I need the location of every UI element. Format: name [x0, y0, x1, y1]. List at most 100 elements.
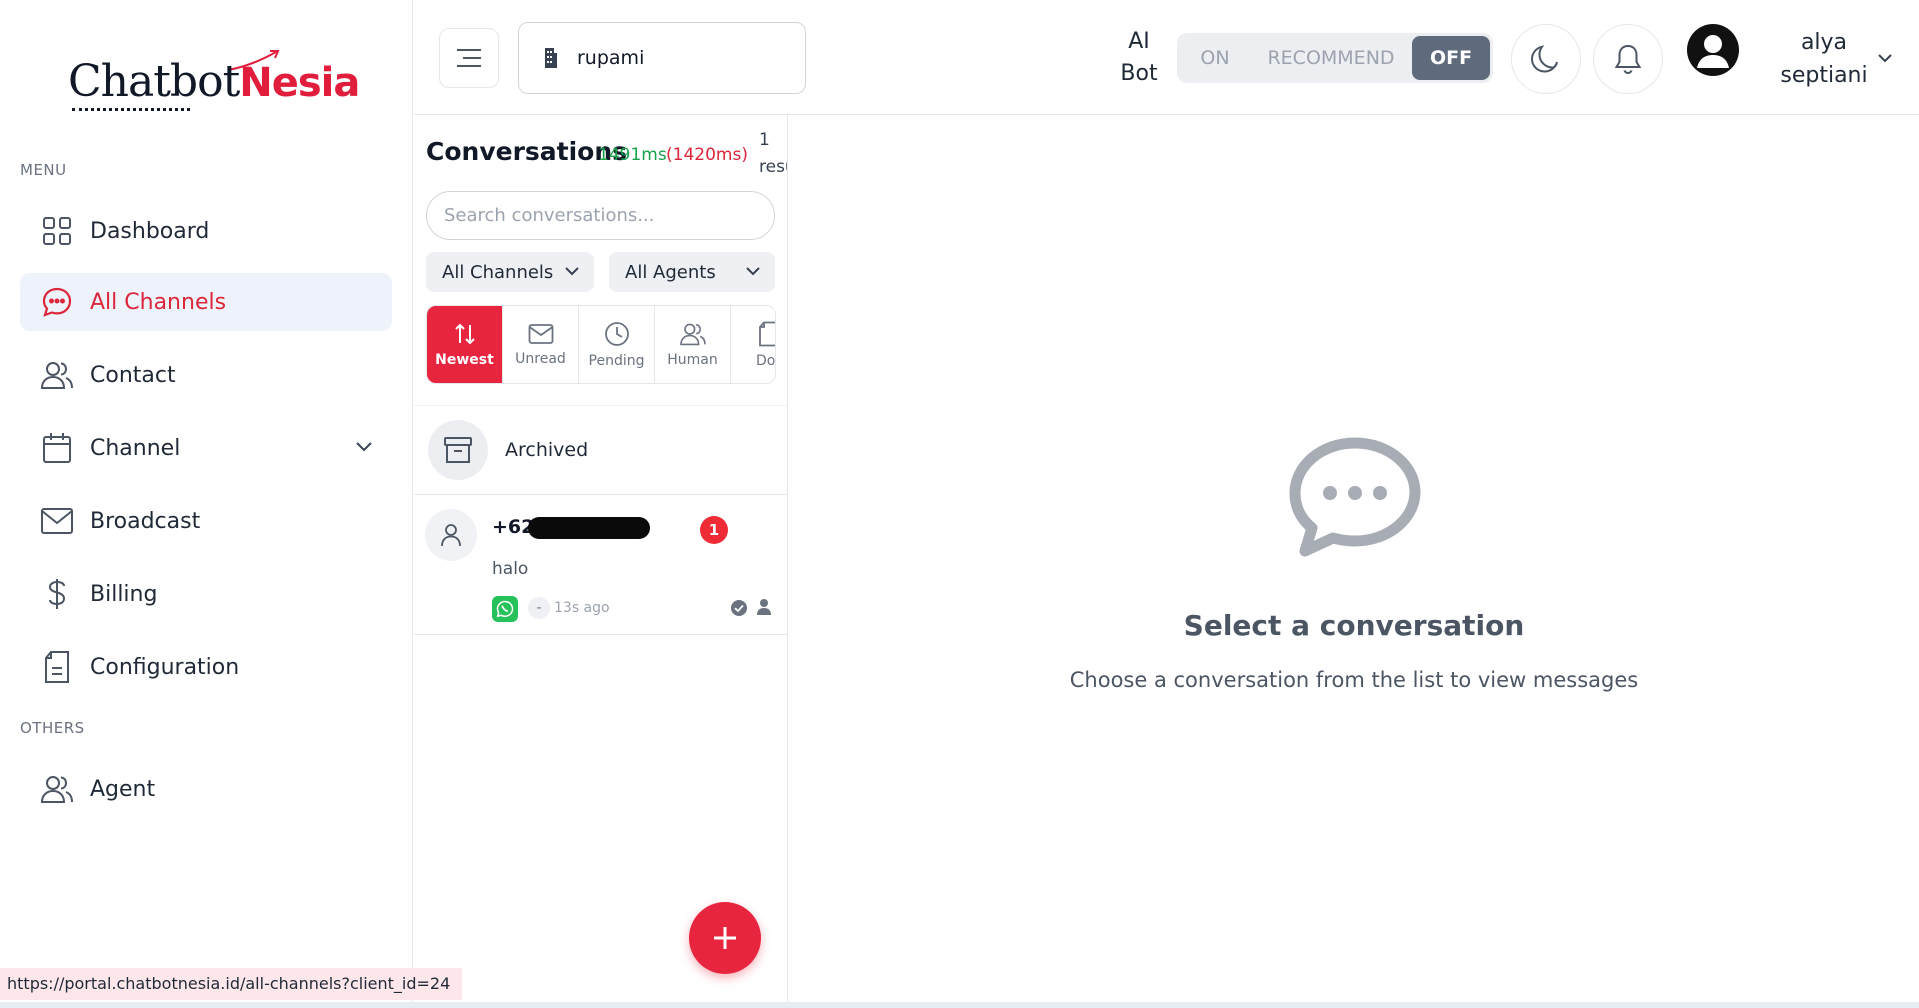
results-count-label: resu	[759, 157, 787, 177]
tab-pending[interactable]: Pending	[579, 306, 655, 383]
document-icon	[758, 321, 775, 346]
conversation-panel: Conversations 1491ms (1420ms) 1 resu All…	[414, 115, 788, 1002]
user-silhouette-icon	[1697, 35, 1729, 68]
mail-icon	[40, 504, 74, 538]
sidebar-item-dashboard[interactable]: Dashboard	[20, 202, 392, 260]
tab-label: Pending	[588, 352, 645, 369]
archive-icon-wrap	[428, 420, 488, 480]
user-avatar[interactable]	[1687, 24, 1739, 76]
sidebar-item-label: All Channels	[90, 289, 227, 315]
sidebar-item-label: Configuration	[90, 654, 240, 680]
results-count: 1 resu	[759, 127, 787, 181]
plus-icon	[714, 927, 736, 949]
search-input[interactable]	[426, 191, 775, 240]
check-circle-icon	[731, 600, 747, 616]
unread-badge: 1	[700, 516, 728, 544]
grid-icon	[40, 214, 74, 248]
ai-bot-label-line1: AI	[1128, 29, 1150, 54]
new-conversation-button[interactable]	[689, 902, 761, 974]
channel-filter-dropdown[interactable]: All Channels	[426, 252, 594, 292]
clock-icon	[604, 321, 629, 346]
user-last-name: septiani	[1780, 63, 1868, 88]
client-name: rupami	[577, 47, 645, 69]
mode-on-button[interactable]: ON	[1180, 36, 1250, 80]
chevron-down-icon[interactable]	[1876, 52, 1894, 66]
mail-icon	[528, 323, 553, 344]
tab-label: Unread	[515, 350, 566, 367]
archived-row[interactable]: Archived	[414, 405, 787, 495]
archive-icon	[444, 437, 472, 463]
sidebar-item-channel[interactable]: Channel	[20, 419, 392, 477]
results-count-number: 1	[759, 130, 770, 150]
sidebar-item-label: Contact	[90, 362, 176, 388]
load-time-secondary: (1420ms)	[666, 145, 748, 165]
sort-tabs: Newest Unread Pending Human Dor	[426, 305, 776, 384]
mode-recommend-button[interactable]: RECOMMEND	[1250, 36, 1412, 80]
sidebar-item-label: Channel	[90, 435, 181, 461]
building-icon	[545, 48, 557, 68]
sidebar-item-label: Billing	[90, 581, 158, 607]
message-time: 13s ago	[554, 600, 610, 616]
archived-label: Archived	[505, 439, 589, 461]
chevron-down-icon	[746, 267, 760, 276]
window-bottom-edge	[0, 1002, 1919, 1008]
users-icon	[40, 358, 74, 392]
load-time-primary: 1491ms	[598, 145, 667, 165]
sidebar-toggle-button[interactable]	[439, 28, 499, 88]
empty-state-subtitle: Choose a conversation from the list to v…	[1069, 668, 1639, 692]
tab-human[interactable]: Human	[655, 306, 731, 383]
sidebar-item-broadcast[interactable]: Broadcast	[20, 492, 392, 550]
sidebar-item-agent[interactable]: Agent	[20, 760, 392, 818]
top-bar: rupami AI Bot ON RECOMMEND OFF alya sept…	[414, 0, 1919, 115]
assigned-agent: -	[528, 597, 550, 619]
user-first-name: alya	[1800, 30, 1848, 55]
sidebar-item-all-channels[interactable]: All Channels	[20, 273, 392, 331]
chat-bubble-icon	[1289, 437, 1421, 557]
conversations-title: Conversations	[426, 137, 628, 166]
users-icon	[40, 772, 74, 806]
others-section-label: OTHERS	[20, 719, 85, 737]
mode-off-button[interactable]: OFF	[1412, 36, 1490, 80]
sidebar-item-billing[interactable]: Billing	[20, 565, 392, 623]
agent-filter-dropdown[interactable]: All Agents	[609, 252, 775, 292]
sidebar-item-configuration[interactable]: Configuration	[20, 638, 392, 696]
align-left-icon	[457, 49, 481, 67]
user-icon	[757, 599, 771, 615]
redacted-phone-digits	[528, 517, 650, 539]
dark-mode-button[interactable]	[1511, 24, 1581, 94]
brand-name-part1: Chatbot	[68, 56, 240, 107]
brand-logo[interactable]: ChatbotNesia	[68, 48, 360, 118]
sort-arrows-icon	[454, 323, 475, 344]
sidebar-item-label: Broadcast	[90, 508, 201, 534]
chat-icon	[40, 285, 74, 319]
brand-name: ChatbotNesia	[68, 56, 360, 107]
conversation-item[interactable]: +628 1 halo - 13s ago	[414, 495, 787, 635]
conversation-view: Select a conversation Choose a conversat…	[789, 115, 1919, 1002]
chevron-down-icon[interactable]	[354, 437, 374, 457]
tab-label: Human	[667, 351, 718, 368]
contact-avatar	[425, 509, 477, 561]
ai-bot-label: AI Bot	[1114, 26, 1164, 90]
last-message: halo	[492, 559, 529, 579]
tab-unread[interactable]: Unread	[503, 306, 579, 383]
brand-name-part2: Nesia	[239, 60, 360, 106]
bell-icon	[1614, 44, 1642, 75]
document-settings-icon	[40, 650, 74, 684]
tab-label: Newest	[435, 351, 494, 368]
user-name[interactable]: alya septiani	[1754, 26, 1894, 92]
tab-done[interactable]: Dor	[731, 306, 776, 383]
logo-underline	[72, 108, 190, 111]
calendar-icon	[40, 431, 74, 465]
client-selector[interactable]: rupami	[518, 22, 806, 94]
sidebar: ChatbotNesia MENU Dashboard All Channels…	[0, 0, 413, 1002]
dollar-icon	[40, 577, 74, 611]
moon-icon	[1530, 45, 1558, 73]
agent-filter-value: All Agents	[625, 261, 716, 283]
empty-state-title: Select a conversation	[1183, 609, 1525, 642]
notifications-button[interactable]	[1593, 24, 1663, 94]
channel-filter-value: All Channels	[442, 261, 554, 283]
sidebar-item-contact[interactable]: Contact	[20, 346, 392, 404]
users-icon	[679, 323, 706, 345]
tab-newest[interactable]: Newest	[427, 306, 503, 383]
tab-label: Dor	[755, 352, 776, 369]
